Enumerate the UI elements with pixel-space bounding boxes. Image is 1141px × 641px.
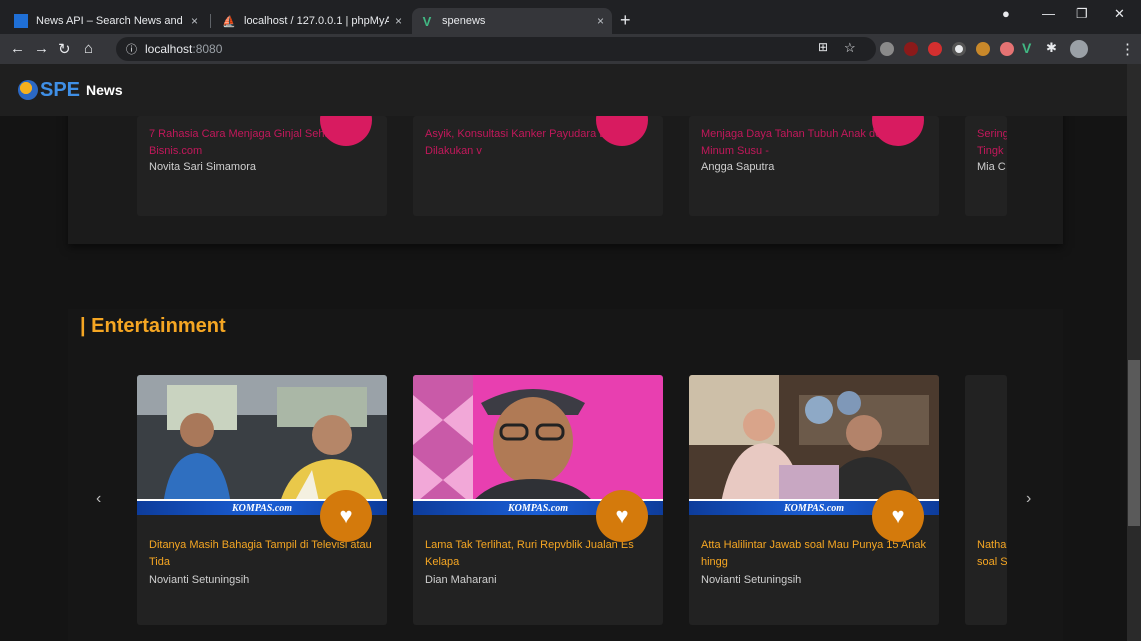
close-window-icon[interactable]: ✕ <box>1114 6 1125 22</box>
browser-toolbar: ← → ↻ ⌂ ⓘ localhost:8080 ⊞ ☆ V ✱ ⋮ <box>0 34 1141 64</box>
vue-devtools-icon[interactable]: V <box>1022 40 1031 56</box>
carousel-prev-button[interactable]: ‹ <box>96 490 101 508</box>
logo-text[interactable]: SPE <box>40 79 80 102</box>
news-card-author: Novianti Setuningsih <box>149 574 250 586</box>
logo-icon <box>18 80 38 100</box>
news-card-author: Dian Maharani <box>425 574 497 586</box>
profile-indicator-icon[interactable]: ● <box>1002 6 1010 21</box>
restore-icon[interactable]: ❐ <box>1076 6 1088 22</box>
extension-icon[interactable] <box>1000 42 1014 56</box>
heart-icon: ♥ <box>615 503 629 528</box>
news-card-author: Mia C <box>977 161 1006 173</box>
close-tab-icon[interactable]: × <box>597 14 604 28</box>
news-card-author: Novita Sari Simamora <box>149 161 256 173</box>
scrollbar-track[interactable] <box>1127 64 1141 641</box>
news-card-title[interactable]: Lama Tak Terlihat, Ruri Repvblik Jualan … <box>425 537 655 571</box>
favorite-heart-button[interactable]: ♥ <box>872 490 924 542</box>
menu-kebab-icon[interactable]: ⋮ <box>1120 40 1135 58</box>
section-heading-entertainment: | Entertainment <box>80 315 226 337</box>
news-card-title[interactable]: Atta Halilintar Jawab soal Mau Punya 15 … <box>701 537 931 571</box>
close-tab-icon[interactable]: × <box>395 14 402 28</box>
translate-icon[interactable]: ⊞ <box>818 40 828 54</box>
reload-icon[interactable]: ↻ <box>58 40 71 58</box>
news-card-author: Angga Saputra <box>701 161 775 173</box>
extension-icon[interactable] <box>904 42 918 56</box>
extension-icon[interactable] <box>880 42 894 56</box>
heart-icon: ♥ <box>891 503 905 528</box>
close-tab-icon[interactable]: × <box>191 14 198 28</box>
tab-spenews[interactable]: V spenews × <box>412 8 612 34</box>
browser-tab-bar: News API – Search News and Blo × ⛵ local… <box>0 0 1141 34</box>
bookmark-star-icon[interactable]: ☆ <box>844 40 856 56</box>
home-icon[interactable]: ⌂ <box>84 40 93 57</box>
adblock-extension-icon[interactable] <box>928 42 942 56</box>
extensions-puzzle-icon[interactable]: ✱ <box>1046 40 1057 56</box>
minimize-icon[interactable]: — <box>1042 6 1055 21</box>
scrollbar-thumb[interactable] <box>1128 360 1140 526</box>
site-info-icon[interactable]: ⓘ <box>126 41 137 57</box>
back-icon[interactable]: ← <box>10 40 25 57</box>
carousel-next-button[interactable]: › <box>1026 490 1031 508</box>
brand-name[interactable]: News <box>86 82 123 98</box>
favorite-heart-button[interactable]: ♥ <box>596 490 648 542</box>
phpmyadmin-favicon-icon: ⛵ <box>222 15 236 28</box>
address-bar[interactable]: ⓘ localhost:8080 <box>116 37 876 61</box>
extension-icon[interactable] <box>952 42 966 56</box>
tab-newsapi[interactable]: News API – Search News and Blo × <box>6 8 206 34</box>
news-card-partial[interactable]: Sering Tingk Mia C <box>965 116 1007 216</box>
heart-icon: ♥ <box>339 503 353 528</box>
app-header: SPE News <box>0 64 1127 116</box>
news-card-partial[interactable]: Natha soal S <box>965 375 1007 625</box>
news-card-author: Novianti Setuningsih <box>701 574 802 586</box>
cookie-extension-icon[interactable] <box>976 42 990 56</box>
new-tab-button[interactable]: + <box>620 10 631 31</box>
newsapi-favicon-icon <box>14 14 28 28</box>
favorite-heart-button[interactable]: ♥ <box>320 490 372 542</box>
news-card-title[interactable]: Natha soal S <box>977 537 1007 571</box>
news-card-title[interactable]: Ditanya Masih Bahagia Tampil di Televisi… <box>149 537 379 571</box>
news-card-title[interactable]: Sering Tingk <box>977 126 1007 160</box>
forward-icon[interactable]: → <box>34 40 49 57</box>
vue-favicon-icon: V <box>422 13 432 29</box>
tab-phpmyadmin[interactable]: ⛵ localhost / 127.0.0.1 | phpMyAdm × <box>214 8 410 34</box>
profile-avatar-icon[interactable] <box>1070 40 1088 58</box>
